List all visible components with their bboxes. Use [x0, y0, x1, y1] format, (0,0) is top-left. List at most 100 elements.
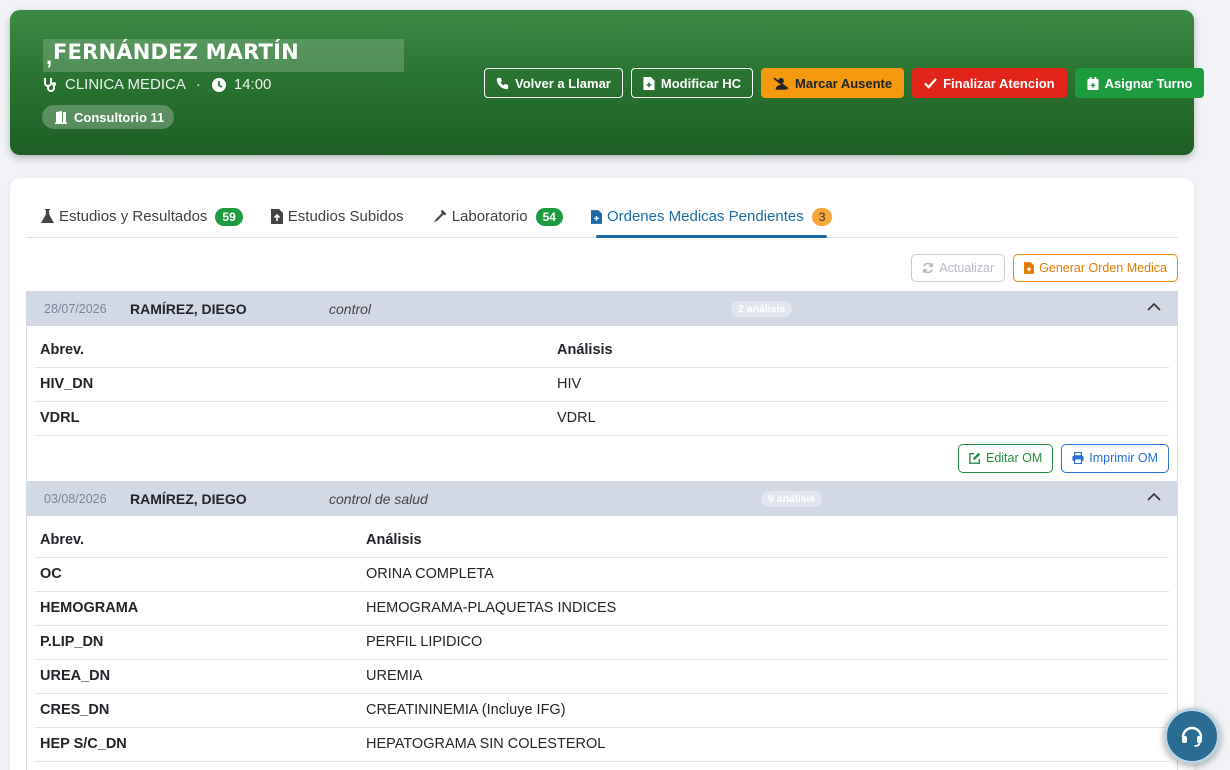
- chevron-up-icon[interactable]: [1147, 492, 1161, 501]
- edit-hc-label: Modificar HC: [660, 75, 742, 91]
- row-abbr: HEMOGRAMA: [35, 591, 361, 626]
- specialty-label: CLINICA MEDICA: [65, 76, 186, 93]
- file-plus-icon: [643, 76, 655, 90]
- door-icon: [55, 111, 67, 124]
- row-analysis: UREMIA: [361, 659, 1169, 694]
- recall-label: Volver a Llamar: [515, 75, 611, 91]
- patient-info-row: CLINICA MEDICA · 14:00: [42, 76, 271, 93]
- print-icon: [1072, 452, 1084, 464]
- order-analysis-count: 9 análisis: [761, 490, 823, 507]
- edit-hc-button[interactable]: Modificar HC: [630, 68, 754, 98]
- row-abbr: HEP S/C_DN: [35, 727, 361, 762]
- order-header[interactable]: 28/07/2026 RAMÍREZ, DIEGO control 2 anál…: [27, 291, 1177, 326]
- print-order-label: Imprimir OM: [1089, 451, 1158, 465]
- table-row: HIV_DN HIV: [35, 367, 1169, 402]
- header-actions: Volver a Llamar Modificar HC Marcar Ause…: [484, 68, 1205, 98]
- main-card: Estudios y Resultados 59 Estudios Subido…: [10, 178, 1194, 770]
- medical-order: 28/07/2026 RAMÍREZ, DIEGO control 2 anál…: [26, 291, 1178, 482]
- table-row: HEMOGRAMA HEMOGRAMA-PLAQUETAS INDICES: [35, 591, 1169, 626]
- order-description: control: [329, 300, 372, 317]
- tab-pending-orders-badge: 3: [811, 207, 833, 226]
- order-table: Abrev. Análisis HIV_DN HIV VDRL VDRL: [35, 334, 1169, 436]
- row-analysis: CREATININEMIA (Incluye IFG): [361, 693, 1169, 728]
- calendar-plus-icon: [1087, 76, 1099, 90]
- assign-appointment-button[interactable]: Asignar Turno: [1074, 68, 1205, 98]
- table-header-row: Abrev. Análisis: [35, 334, 1169, 368]
- support-chat-button[interactable]: [1164, 708, 1220, 764]
- tab-pending-orders-label: Ordenes Medicas Pendientes: [606, 208, 804, 225]
- order-doctor: RAMÍREZ, DIEGO: [130, 490, 247, 507]
- edit-order-button[interactable]: Editar OM: [957, 443, 1054, 473]
- clock-icon: [211, 77, 226, 92]
- file-plus-icon: [1024, 262, 1035, 274]
- order-date: 28/07/2026: [44, 301, 107, 316]
- order-description: control de salud: [329, 490, 428, 507]
- row-abbr: VDRL: [35, 401, 552, 436]
- table-header-row: Abrev. Análisis: [35, 524, 1169, 558]
- eyedropper-icon: [433, 209, 447, 223]
- row-abbr: UREA_DN: [35, 659, 361, 694]
- order-header[interactable]: 03/08/2026 RAMÍREZ, DIEGO control de sal…: [27, 481, 1177, 516]
- generate-order-button[interactable]: Generar Orden Medica: [1013, 254, 1178, 282]
- finish-attention-label: Finalizar Atencion: [943, 75, 1055, 91]
- tab-pending-orders[interactable]: Ordenes Medicas Pendientes 3: [576, 196, 845, 238]
- row-analysis: HEMOGRAMA-PLAQUETAS INDICES: [361, 591, 1169, 626]
- row-analysis: ORINA COMPLETA: [361, 557, 1169, 592]
- tab-bar: Estudios y Resultados 59 Estudios Subido…: [26, 196, 1178, 238]
- assign-appointment-label: Asignar Turno: [1104, 75, 1193, 91]
- mark-absent-button[interactable]: Marcar Ausente: [761, 68, 905, 98]
- table-row: UREA_DN UREMIA: [35, 659, 1169, 694]
- chevron-up-icon[interactable]: [1147, 302, 1161, 311]
- tab-studies-results[interactable]: Estudios y Resultados 59: [26, 196, 256, 237]
- tab-laboratory-badge: 54: [535, 207, 563, 226]
- tab-laboratory-label: Laboratorio: [451, 208, 528, 225]
- tab-uploaded-studies-label: Estudios Subidos: [287, 208, 404, 225]
- row-analysis: HEPATOGRAMA SIN COLESTEROL: [361, 727, 1169, 762]
- table-row: CRES_DN CREATININEMIA (Incluye IFG): [35, 693, 1169, 728]
- row-abbr: OC: [35, 557, 361, 592]
- headset-icon: [1181, 726, 1203, 747]
- check-icon: [924, 77, 937, 89]
- patient-name: FERNÁNDEZ MARTÍN: [53, 40, 299, 64]
- row-analysis: PERFIL LIPIDICO: [361, 625, 1169, 660]
- order-table: Abrev. Análisis OC ORINA COMPLETA HEMOGR…: [35, 524, 1169, 762]
- print-order-button[interactable]: Imprimir OM: [1061, 443, 1169, 473]
- finish-attention-button[interactable]: Finalizar Atencion: [912, 68, 1067, 98]
- phone-icon: [496, 77, 509, 89]
- row-abbr: HIV_DN: [35, 367, 552, 402]
- file-medical-icon: [590, 209, 602, 224]
- medical-order: 03/08/2026 RAMÍREZ, DIEGO control de sal…: [26, 481, 1178, 770]
- patient-header: , FERNÁNDEZ MARTÍN CLINICA MEDICA · 14:0…: [10, 10, 1205, 155]
- order-actions: Editar OM Imprimir OM: [27, 436, 1177, 481]
- table-row: OC ORINA COMPLETA: [35, 557, 1169, 592]
- refresh-icon: [923, 262, 934, 274]
- edit-icon: [969, 452, 981, 464]
- stethoscope-icon: [44, 77, 56, 92]
- order-doctor: RAMÍREZ, DIEGO: [130, 300, 247, 317]
- table-row: HEP S/C_DN HEPATOGRAMA SIN COLESTEROL: [35, 727, 1169, 762]
- recall-button[interactable]: Volver a Llamar: [484, 68, 623, 98]
- column-abbr: Abrev.: [35, 524, 361, 558]
- tab-uploaded-studies[interactable]: Estudios Subidos: [256, 196, 417, 237]
- row-abbr: CRES_DN: [35, 693, 361, 728]
- order-analysis-count: 2 análisis: [731, 300, 793, 317]
- row-abbr: P.LIP_DN: [35, 625, 361, 660]
- room-label: Consultorio 11: [74, 109, 165, 125]
- room-badge: Consultorio 11: [42, 105, 175, 129]
- flask-icon: [41, 209, 54, 223]
- tab-studies-results-badge: 59: [215, 207, 243, 226]
- file-upload-icon: [270, 209, 283, 224]
- row-analysis: VDRL: [552, 401, 1169, 436]
- edit-order-label: Editar OM: [985, 451, 1043, 465]
- order-date: 03/08/2026: [44, 491, 107, 506]
- info-separator: ·: [195, 76, 201, 93]
- appointment-time: 14:00: [233, 76, 272, 93]
- column-analysis: Análisis: [361, 524, 1169, 558]
- generate-order-label: Generar Orden Medica: [1039, 261, 1167, 275]
- refresh-button[interactable]: Actualizar: [911, 254, 1006, 282]
- orders-toolbar: Actualizar Generar Orden Medica: [911, 254, 1178, 282]
- tab-laboratory[interactable]: Laboratorio 54: [417, 196, 576, 237]
- mark-absent-label: Marcar Ausente: [795, 75, 893, 91]
- table-row: VDRL VDRL: [35, 401, 1169, 436]
- user-slash-icon: [773, 76, 789, 90]
